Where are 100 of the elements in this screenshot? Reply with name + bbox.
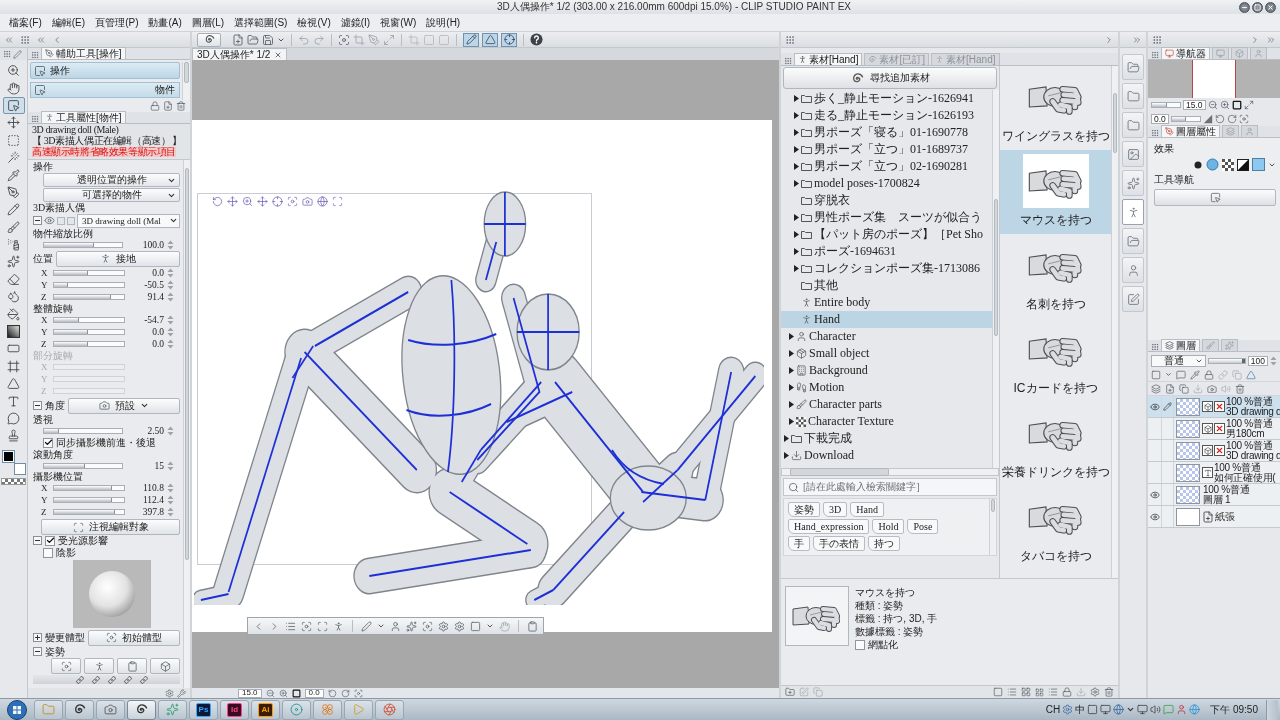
square-icon[interactable] <box>470 620 481 632</box>
gear-icon[interactable] <box>454 620 465 632</box>
side-panel-button[interactable] <box>1122 257 1144 283</box>
caret-icon[interactable] <box>486 622 494 630</box>
tree-item[interactable]: Download <box>781 447 992 464</box>
link-icon[interactable] <box>1218 369 1228 380</box>
expand-arrow-icon[interactable] <box>794 112 799 119</box>
small-square-icon[interactable] <box>67 216 75 225</box>
checkbox[interactable] <box>45 535 55 546</box>
sparkles-icon[interactable] <box>406 620 417 632</box>
move-arrows-icon[interactable] <box>257 196 268 207</box>
spinner-icon[interactable] <box>167 495 174 505</box>
taskbar-app-button[interactable]: Ai <box>251 699 280 720</box>
monitor-icon[interactable] <box>1100 704 1112 715</box>
scan-icon[interactable] <box>317 620 328 632</box>
tree-item[interactable]: model poses-1700824 <box>781 175 992 192</box>
slider-track[interactable] <box>53 364 125 370</box>
globe-icon[interactable] <box>317 196 328 207</box>
tree-item[interactable]: 【パット房のポーズ】［Pet Sho <box>781 226 992 243</box>
crop-icon[interactable] <box>353 33 365 46</box>
clock[interactable]: 下午 09:50 <box>1210 702 1258 717</box>
expand-arrow-icon[interactable] <box>794 180 799 187</box>
checkbox[interactable] <box>43 547 53 558</box>
slider-track[interactable] <box>43 241 123 248</box>
new-folder-icon[interactable] <box>785 687 795 697</box>
focus-icon[interactable] <box>301 620 312 632</box>
taskbar-app-button[interactable] <box>65 699 94 720</box>
tool-button[interactable] <box>2 96 25 115</box>
caret-icon[interactable] <box>377 622 385 630</box>
dot-icon[interactable] <box>1193 159 1203 170</box>
square-icon[interactable] <box>993 687 1003 697</box>
layer-row[interactable]: 100 %普通 如何正確使用( <box>1148 462 1280 484</box>
sub-color-swatch-icon[interactable] <box>13 462 26 475</box>
menu-item[interactable]: 視窗(W) <box>375 15 422 30</box>
taskbar-app-button[interactable]: Id <box>220 699 249 720</box>
scrollbar[interactable] <box>989 499 996 555</box>
caret-icon[interactable] <box>1126 705 1136 714</box>
tree-item[interactable]: コレクションポーズ集-1713086 <box>781 260 992 277</box>
tree-item[interactable]: Motion <box>781 379 992 396</box>
expand-arrow-icon[interactable] <box>784 435 789 442</box>
double-chevron-right-icon[interactable] <box>1266 34 1276 45</box>
globe-icon[interactable] <box>1189 704 1201 715</box>
link-icon[interactable] <box>123 675 132 684</box>
panel-tab[interactable]: 圖層 <box>1161 339 1200 351</box>
zoom-out-icon[interactable] <box>1207 100 1218 110</box>
horizontal-scrollbar[interactable] <box>781 468 999 476</box>
expand-arrow-icon[interactable] <box>794 231 799 238</box>
expand-arrows-icon[interactable] <box>383 33 395 46</box>
slider-track[interactable] <box>53 282 125 288</box>
collapse-icon[interactable] <box>33 216 42 225</box>
document-tab[interactable]: 3D人偶操作* 1/2 <box>192 48 288 60</box>
scrollbar[interactable] <box>183 160 190 688</box>
panel-tab[interactable] <box>1241 125 1258 137</box>
expand-icon[interactable] <box>33 633 42 642</box>
copy-icon[interactable] <box>813 687 823 697</box>
layer-row[interactable]: 100 %普通 3D drawing d <box>1148 396 1280 418</box>
expand-arrow-icon[interactable] <box>794 265 799 272</box>
slider-track[interactable] <box>53 329 125 335</box>
expand-arrow-icon[interactable] <box>789 418 794 425</box>
main-color-swatch-icon[interactable] <box>1 449 15 463</box>
tag[interactable]: Hand <box>850 502 884 517</box>
maximize-button[interactable] <box>1252 1 1263 13</box>
tree-item[interactable]: Background <box>781 362 992 379</box>
square-icon[interactable] <box>1087 704 1099 715</box>
chevron-left-icon[interactable] <box>52 34 62 45</box>
layers-icon[interactable] <box>1151 383 1161 394</box>
tree-item[interactable]: Character Texture <box>781 413 992 430</box>
checker-icon[interactable] <box>1222 158 1234 171</box>
expand-arrow-icon[interactable] <box>784 452 789 459</box>
show-desktop-button[interactable] <box>1266 699 1278 720</box>
tag[interactable]: 手 <box>788 536 810 551</box>
hand-icon[interactable] <box>499 620 510 632</box>
material-thumbnail[interactable]: 名刺を持つ <box>1000 234 1111 318</box>
side-panel-button[interactable] <box>1122 228 1144 254</box>
link-icon[interactable] <box>91 675 100 684</box>
spinner-icon[interactable] <box>167 268 174 278</box>
dropdown[interactable]: 預設 <box>68 397 180 414</box>
side-panel-button[interactable] <box>1122 141 1144 167</box>
slider-track[interactable] <box>53 376 125 382</box>
tag[interactable]: 手の表情 <box>813 536 865 551</box>
tree-item[interactable]: 男ポーズ「立つ」01-1689737 <box>781 141 992 158</box>
download-icon[interactable] <box>1193 383 1203 394</box>
side-panel-button[interactable] <box>1122 112 1144 138</box>
expand-arrow-icon[interactable] <box>789 384 794 391</box>
expand-arrow-icon[interactable] <box>794 214 799 221</box>
fit-square-icon[interactable] <box>291 688 301 698</box>
tree-item[interactable]: 下載完成 <box>781 430 992 447</box>
zoom-out-icon[interactable] <box>265 688 275 698</box>
layer-row[interactable]: 100 %普通 3D drawing d <box>1148 440 1280 462</box>
tree-item[interactable]: 穿脱衣 <box>781 192 992 209</box>
slider-track[interactable] <box>43 462 123 469</box>
list-icon[interactable] <box>1048 687 1058 697</box>
focus-icon[interactable] <box>422 620 433 632</box>
expand-arrow-icon[interactable] <box>794 95 799 102</box>
rotate-right-icon[interactable] <box>340 688 350 698</box>
pose-button[interactable] <box>150 658 180 674</box>
open-folder-icon[interactable] <box>247 33 259 46</box>
pose-button[interactable] <box>117 658 147 674</box>
material-thumbnail[interactable]: マウスを持つ <box>1000 150 1111 234</box>
menu-item[interactable]: 圖層(L) <box>186 15 230 30</box>
